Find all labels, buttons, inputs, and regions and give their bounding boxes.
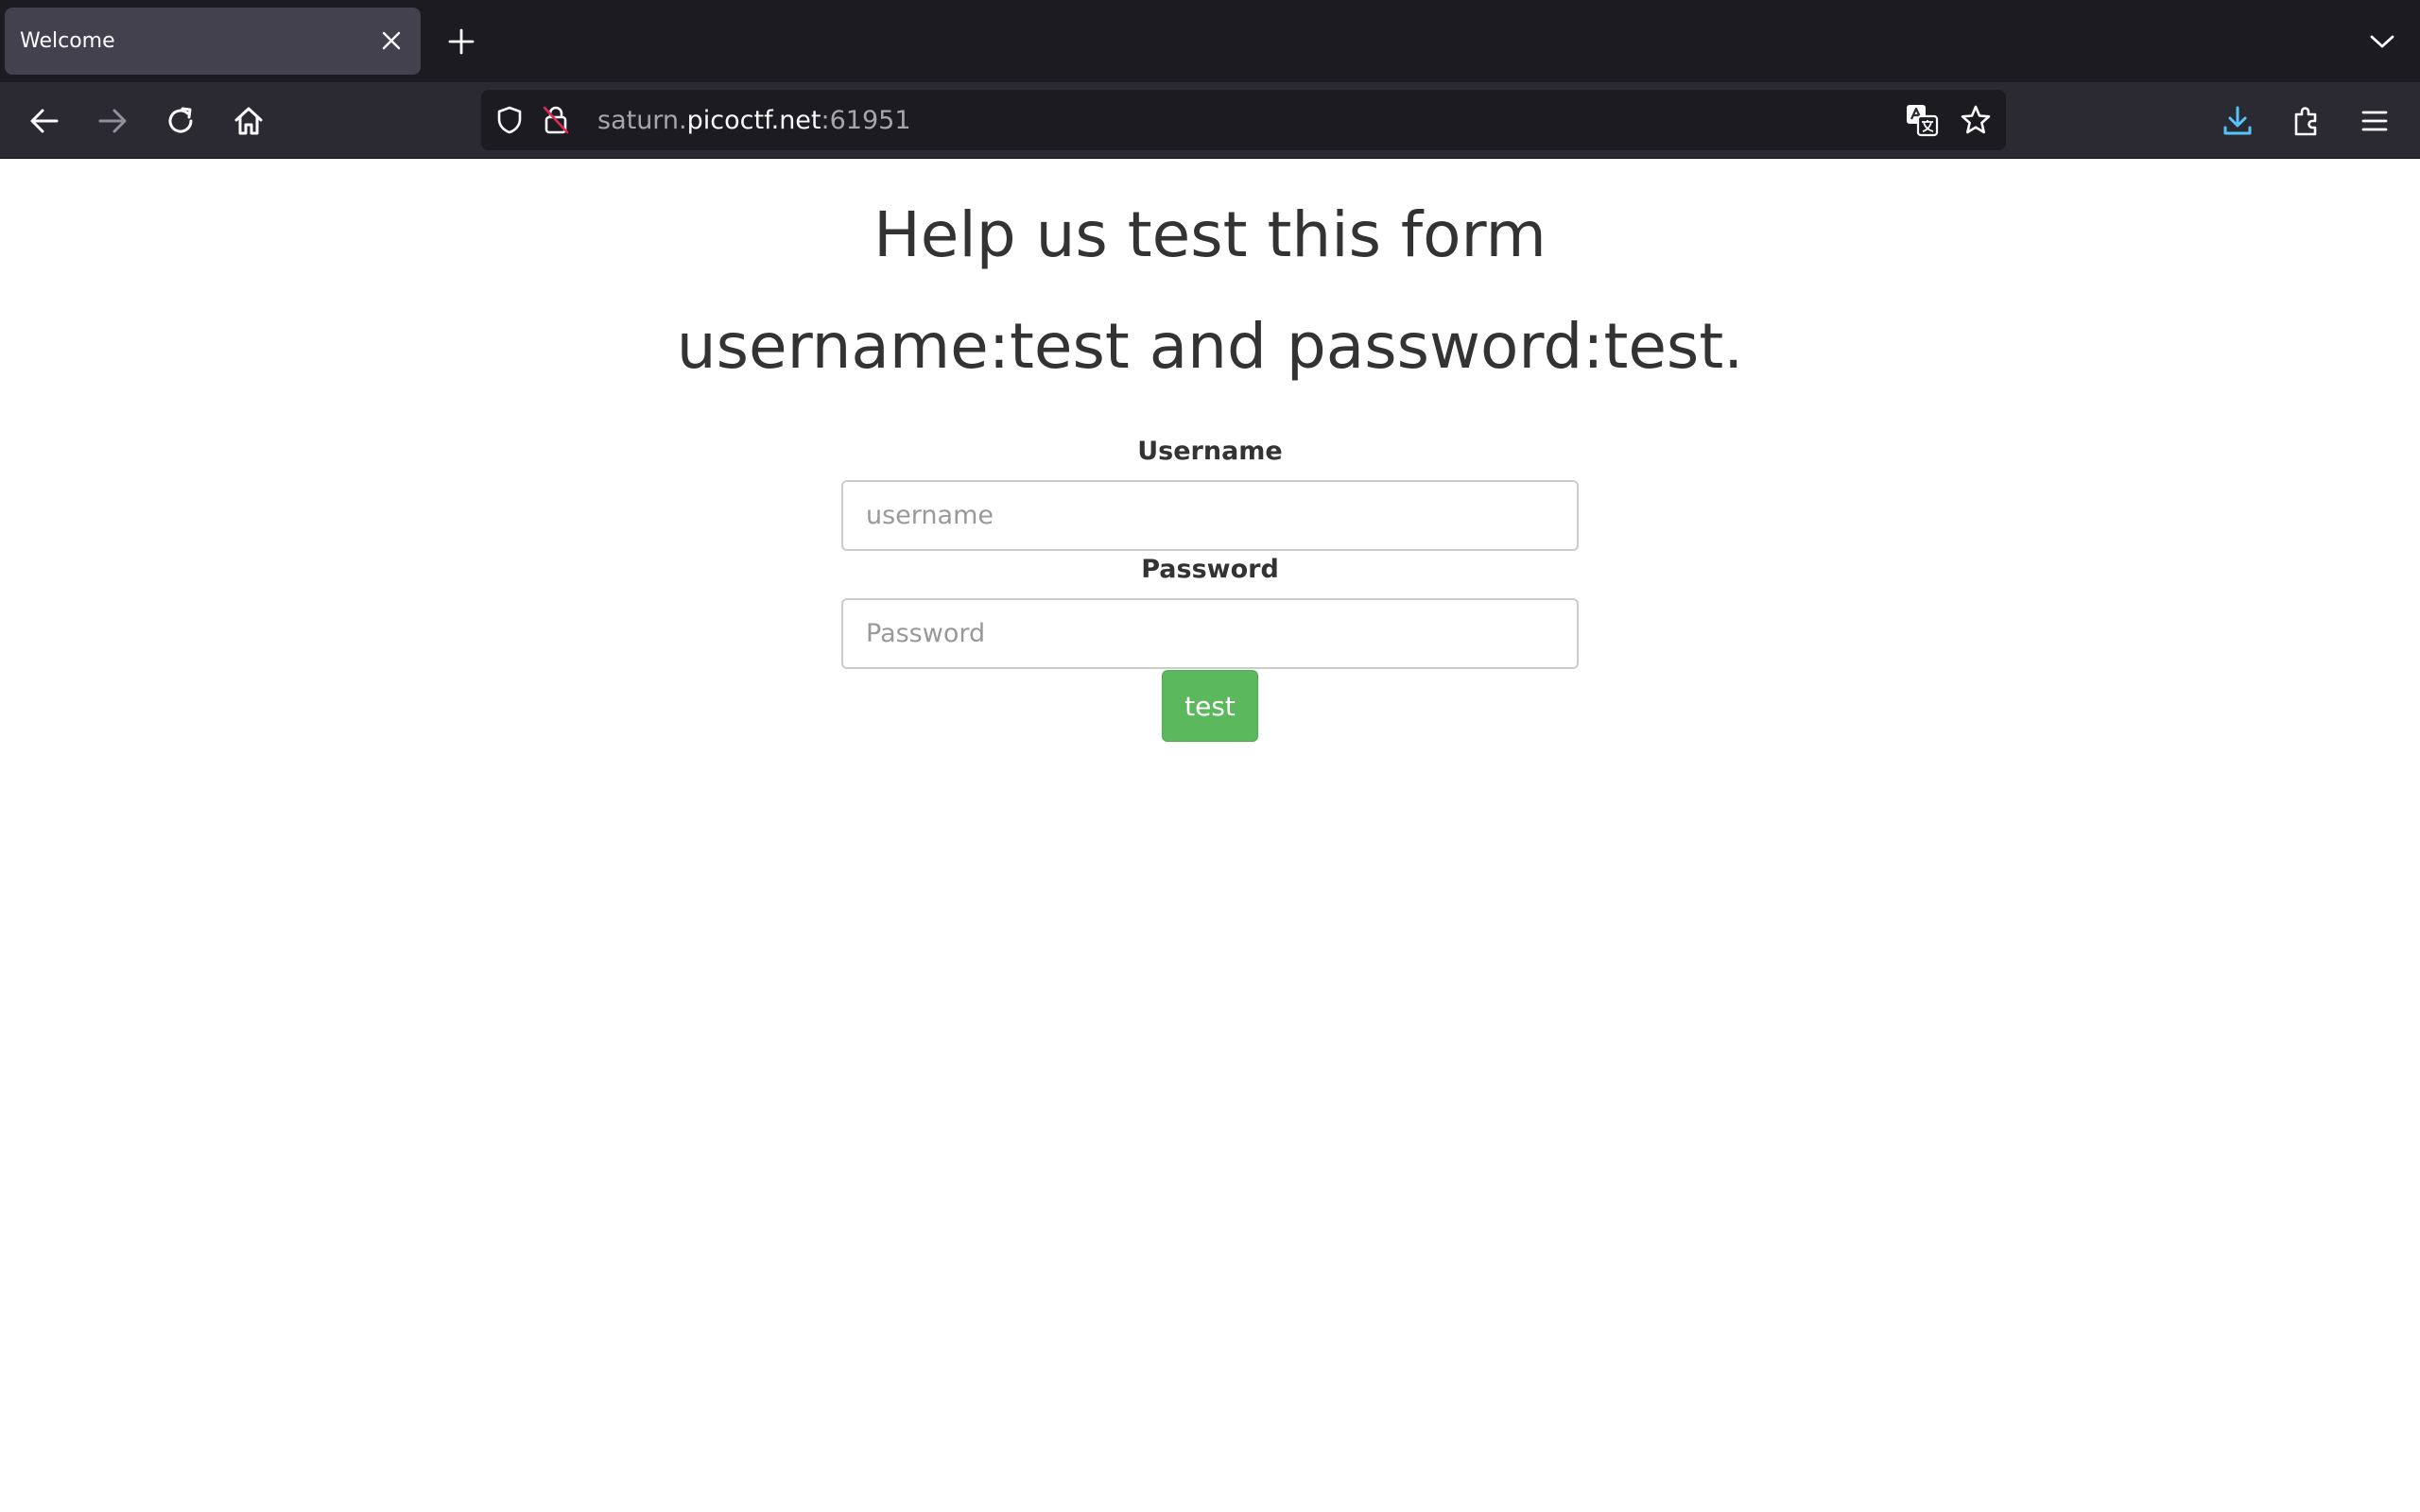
navigation-toolbar: saturn. picoctf.net:61951 [0, 82, 2420, 159]
password-input[interactable] [841, 598, 1579, 669]
translate-icon[interactable] [1904, 102, 1940, 138]
star-icon[interactable] [1958, 102, 1994, 138]
hamburger-menu-icon[interactable] [2353, 99, 2396, 143]
url-prefix: saturn. [597, 105, 687, 135]
browser-tab[interactable]: Welcome [5, 8, 421, 75]
plus-icon[interactable] [444, 25, 478, 59]
arrow-left-icon[interactable] [23, 99, 66, 143]
url-text[interactable]: saturn. picoctf.net:61951 [597, 90, 911, 150]
username-label: Username [1137, 437, 1283, 466]
username-input[interactable] [841, 480, 1579, 551]
page-content: Help us test this form username:test and… [0, 160, 2420, 1512]
home-icon[interactable] [227, 99, 270, 143]
arrow-right-icon[interactable] [91, 99, 134, 143]
shield-icon[interactable] [492, 102, 527, 138]
password-label: Password [1141, 555, 1279, 584]
test-submit-button[interactable]: test [1162, 670, 1258, 742]
url-host: picoctf.net [686, 105, 821, 135]
address-bar[interactable]: saturn. picoctf.net:61951 [481, 90, 2006, 150]
download-icon[interactable] [2216, 99, 2259, 143]
chevron-down-icon[interactable] [2365, 25, 2399, 59]
puzzle-icon[interactable] [2285, 99, 2328, 143]
tab-title: Welcome [20, 29, 115, 53]
page-title: Help us test this form [873, 198, 1547, 271]
credentials-hint: username:test and password:test. [676, 310, 1744, 383]
close-icon[interactable] [375, 25, 407, 57]
reload-icon[interactable] [159, 99, 202, 143]
tab-strip: Welcome [0, 0, 2420, 82]
insecure-lock-icon[interactable] [538, 102, 574, 138]
url-suffix: :61951 [821, 105, 911, 135]
